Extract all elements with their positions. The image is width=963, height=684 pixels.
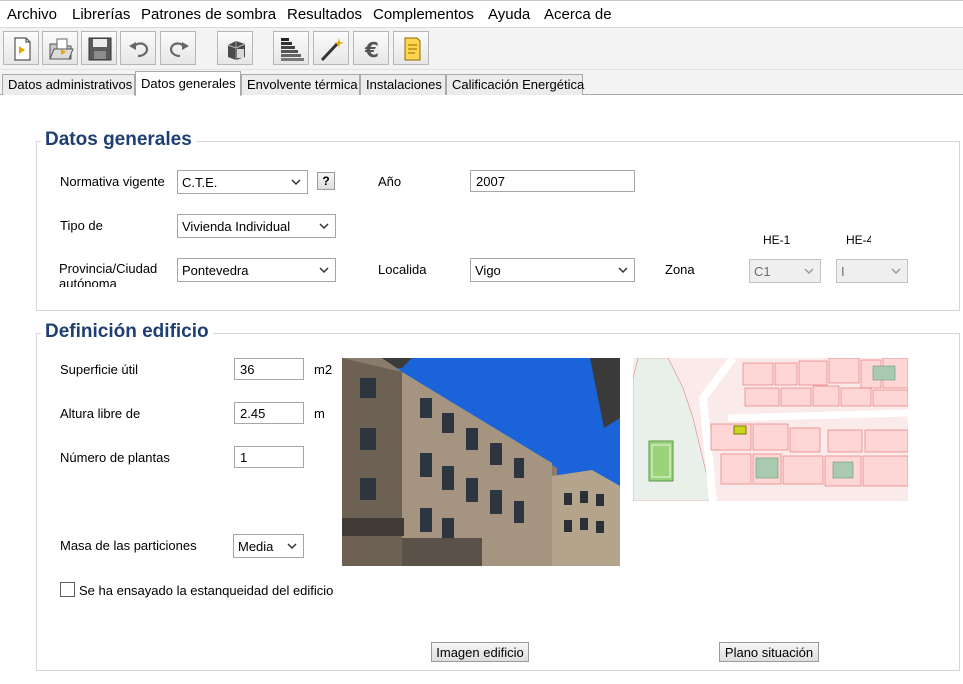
toolbar: €	[0, 28, 963, 70]
altura-unit: m	[314, 406, 325, 421]
masa-select[interactable]: Media	[233, 534, 304, 558]
tipo-label: Tipo de	[60, 218, 103, 233]
definicion-edificio-title: Definición edificio	[41, 321, 213, 343]
he4-select[interactable]: I	[836, 259, 908, 283]
euro-icon: €	[364, 38, 379, 62]
chevron-down-icon	[319, 223, 329, 230]
svg-text:€: €	[364, 38, 379, 62]
normativa-label: Normativa vigente	[60, 174, 165, 189]
save-button[interactable]	[81, 31, 117, 65]
wand-button[interactable]	[313, 31, 349, 65]
open-button[interactable]	[42, 31, 78, 65]
chevron-down-icon	[618, 267, 628, 274]
anio-field[interactable]: 2007	[470, 170, 635, 192]
zona-label: Zona	[665, 262, 695, 277]
provincia-select[interactable]: Pontevedra	[177, 258, 336, 282]
masa-label: Masa de las particiones	[60, 538, 197, 553]
superficie-label: Superficie útil	[60, 362, 139, 377]
provincia-value: Pontevedra	[182, 263, 249, 278]
wand-icon	[320, 38, 344, 62]
note-button[interactable]	[393, 31, 429, 65]
undo-icon	[129, 42, 149, 58]
tab-calificacion-energetica[interactable]: Calificación Energética	[446, 74, 584, 95]
localidad-label: Localidad	[378, 262, 427, 277]
datos-generales-title: Datos generales	[41, 129, 196, 151]
building-icon	[227, 41, 246, 60]
menu-patrones-sombra[interactable]: Patrones de sombra	[141, 6, 276, 23]
plano-situacion-button[interactable]: Plano situación	[719, 642, 819, 662]
menu-librerias[interactable]: Librerías	[72, 6, 130, 23]
tab-datos-generales[interactable]: Datos generales	[135, 71, 241, 96]
energy-rating-button[interactable]	[273, 31, 309, 65]
energy-rating-icon	[281, 38, 304, 61]
chevron-down-icon	[291, 179, 301, 186]
menu-complementos[interactable]: Complementos	[373, 6, 474, 23]
altura-label: Altura libre de	[60, 406, 141, 421]
tipo-value: Vivienda Individual	[182, 219, 291, 234]
he1-label: HE-1	[763, 233, 791, 247]
chevron-down-icon	[804, 268, 814, 275]
tab-instalaciones[interactable]: Instalaciones	[360, 74, 446, 95]
note-icon	[404, 37, 421, 61]
estanqueidad-label: Se ha ensayado la estanqueidad del edifi…	[79, 583, 334, 598]
he4-label: HE-4	[846, 233, 871, 247]
plantas-label: Número de plantas	[60, 450, 170, 465]
open-folder-icon	[49, 38, 74, 60]
building-photo	[342, 358, 620, 566]
superficie-unit: m2	[314, 362, 332, 377]
normativa-select[interactable]: C.T.E.	[177, 170, 308, 194]
new-file-button[interactable]	[3, 31, 39, 65]
menu-bar: Archivo Librerías Patrones de sombra Res…	[0, 0, 963, 28]
altura-field[interactable]: 2.45	[234, 402, 304, 424]
new-file-icon	[14, 37, 31, 61]
save-icon	[88, 37, 112, 61]
normativa-value: C.T.E.	[182, 175, 218, 190]
localidad-value: Vigo	[475, 263, 501, 278]
tab-envolvente-termica[interactable]: Envolvente térmica	[241, 74, 360, 95]
he4-value: I	[841, 264, 845, 279]
he1-value: C1	[754, 264, 771, 279]
plantas-field[interactable]: 1	[234, 446, 304, 468]
location-plan	[633, 358, 908, 501]
provincia-label: Provincia/Ciudad autónoma	[59, 261, 158, 287]
menu-resultados[interactable]: Resultados	[287, 6, 362, 23]
chevron-down-icon	[891, 268, 901, 275]
undo-button[interactable]	[120, 31, 156, 65]
he1-select[interactable]: C1	[749, 259, 821, 283]
imagen-edificio-button[interactable]: Imagen edificio	[431, 642, 529, 662]
euro-button[interactable]: €	[353, 31, 389, 65]
tipo-select[interactable]: Vivienda Individual	[177, 214, 336, 238]
menu-archivo[interactable]: Archivo	[7, 6, 57, 23]
tab-strip: Datos administrativos Datos generales En…	[0, 70, 963, 96]
redo-icon	[169, 42, 189, 58]
chevron-down-icon	[319, 267, 329, 274]
menu-ayuda[interactable]: Ayuda	[488, 6, 530, 23]
tab-datos-administrativos[interactable]: Datos administrativos	[2, 74, 135, 95]
superficie-field[interactable]: 36	[234, 358, 304, 380]
menu-acerca-de[interactable]: Acerca de	[544, 6, 612, 23]
anio-label: Año	[378, 174, 402, 189]
estanqueidad-checkbox[interactable]	[60, 582, 75, 597]
help-button[interactable]: ?	[317, 172, 335, 190]
localidad-select[interactable]: Vigo	[470, 258, 635, 282]
redo-button[interactable]	[160, 31, 196, 65]
building-button[interactable]	[217, 31, 253, 65]
masa-value: Media	[238, 539, 274, 554]
chevron-down-icon	[287, 543, 297, 550]
